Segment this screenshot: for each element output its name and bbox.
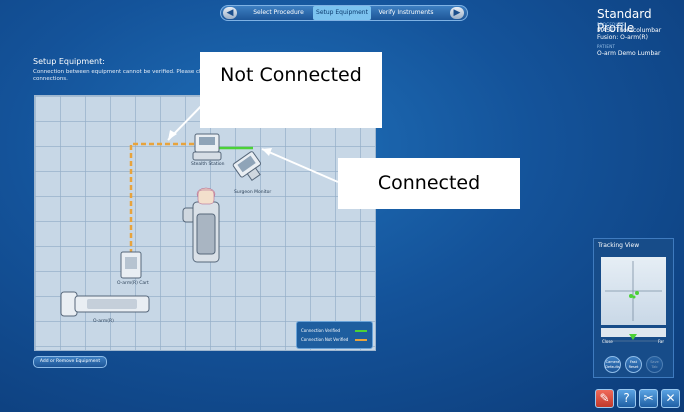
tracking-view-panel: Tracking View Close Far Camera Defaults … [593, 238, 674, 378]
not-connected-callout: Not Connected [200, 52, 382, 128]
legend-verified-swatch [355, 330, 367, 332]
navigation-icon[interactable]: ✎ [595, 389, 614, 408]
camera-defaults-button[interactable]: Camera Defaults [604, 356, 621, 373]
connected-arrow [261, 148, 339, 183]
not-connected-text: Not Connected [220, 64, 362, 86]
tracking-view-title: Tracking View [598, 242, 640, 249]
fast-reset-button[interactable]: Fast Reset [625, 356, 642, 373]
tracker-marker-icon [629, 294, 633, 298]
connected-callout: Connected [338, 158, 520, 209]
legend-not-verified-swatch [355, 339, 367, 341]
slider-far-label: Far [658, 339, 665, 344]
distance-slider[interactable] [601, 328, 666, 342]
legend-not-verified: Connection Not Verified [301, 337, 349, 342]
legend-verified: Connection Verified [301, 328, 341, 333]
help-icon[interactable]: ? [617, 389, 636, 408]
add-remove-equipment-button[interactable]: Add or Remove Equipment [33, 356, 107, 368]
save-tab-button[interactable]: Save Tab [646, 356, 663, 373]
close-icon[interactable]: ✕ [661, 389, 680, 408]
connection-legend: Connection Verified Connection Not Verif… [296, 321, 373, 349]
slider-close-label: Close [602, 339, 613, 344]
wrench-icon[interactable]: ✂ [639, 389, 658, 408]
tracking-view-display [601, 257, 666, 325]
